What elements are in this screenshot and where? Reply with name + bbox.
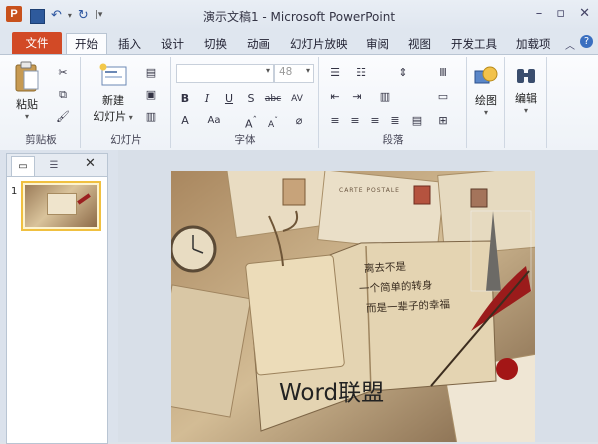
slides-tab-icon[interactable]: ▭ [11, 156, 35, 176]
tab-review[interactable]: 审阅 [358, 34, 397, 54]
grow-font-icon[interactable]: Aˆ [242, 113, 260, 131]
drawing-label: 绘图 [475, 94, 497, 107]
format-painter-icon[interactable]: 🖌 [54, 109, 72, 125]
thumbnail-number: 1 [11, 186, 18, 197]
help-icon[interactable]: ? [580, 35, 593, 48]
paste-icon [15, 61, 39, 92]
editing-group: 编辑 ▾ [506, 57, 547, 148]
handwritten-poem: 离去不是 一个简单的转身 而是一辈子的幸福 [357, 255, 451, 320]
copy-icon[interactable]: ⧉ [54, 87, 72, 103]
paste-button[interactable]: 粘贴 ▾ [10, 61, 44, 121]
new-slide-icon [99, 63, 127, 86]
underline-icon[interactable]: U [220, 91, 238, 107]
window-controls: – ▫ ✕ [536, 6, 590, 21]
columns-icon[interactable]: ▥ [376, 89, 394, 105]
tab-addins[interactable]: 加载项 [508, 34, 559, 54]
tab-transitions[interactable]: 切换 [196, 34, 235, 54]
slides-pane: ▭ ☰ ✕ 1 [6, 153, 108, 444]
font-name-dropdown-icon[interactable]: ▾ [266, 66, 270, 75]
font-size-value: 48 [279, 66, 293, 78]
italic-icon[interactable]: I [198, 91, 216, 107]
drawing-group: 绘图 ▾ [468, 57, 505, 148]
tab-insert[interactable]: 插入 [110, 34, 149, 54]
slide-thumbnail[interactable] [21, 181, 101, 231]
new-slide-label-1: 新建 [102, 94, 124, 107]
drawing-button[interactable]: 绘图 ▾ [468, 65, 504, 117]
title-bar: P ↶ ▾ ↻ |▾ 演示文稿1 - Microsoft PowerPoint … [0, 0, 598, 31]
pane-tabs: ▭ ☰ ✕ [7, 154, 107, 177]
increase-indent-icon[interactable]: ⇥ [348, 89, 366, 105]
clipboard-group-label: 剪贴板 [25, 134, 57, 146]
maximize-icon[interactable]: ▫ [556, 6, 565, 21]
align-right-icon[interactable]: ≡ [366, 113, 384, 129]
minimize-ribbon-icon[interactable]: ︿ [565, 37, 575, 52]
numbering-icon[interactable]: ☷ [352, 65, 370, 81]
tab-developer[interactable]: 开发工具 [443, 34, 505, 54]
layout-icon[interactable]: ▤ [142, 65, 160, 81]
tab-design[interactable]: 设计 [153, 34, 192, 54]
minimize-icon[interactable]: – [536, 6, 543, 21]
slide-title-text[interactable]: Word联盟 [279, 373, 384, 407]
font-color-icon[interactable]: A [176, 113, 194, 129]
font-name-combo[interactable]: ▾ [176, 64, 274, 83]
close-pane-icon[interactable]: ✕ [85, 156, 96, 171]
binoculars-icon [517, 69, 535, 83]
justify-icon[interactable]: ≣ [386, 113, 404, 129]
change-case-icon[interactable]: Aa [202, 113, 226, 129]
tab-view[interactable]: 视图 [400, 34, 439, 54]
editing-button[interactable]: 编辑 ▾ [506, 65, 546, 115]
new-slide-label-2: 幻灯片 ▾ [93, 110, 133, 123]
paragraph-group-label: 段落 [382, 134, 404, 146]
shrink-font-icon[interactable]: Aˇ [264, 113, 282, 130]
distributed-icon[interactable]: ▤ [408, 113, 426, 129]
postmark-text: CARTE POSTALE [339, 187, 400, 194]
slides-group-label: 幻灯片 [110, 134, 142, 146]
paste-label: 粘贴 [16, 98, 38, 111]
cut-icon[interactable]: ✂ [54, 65, 72, 81]
paragraph-group: ☰ ☷ ⇕ Ⅲ ⇤ ⇥ ▥ ▭ ≡ ≡ ≡ ≣ ▤ ⊞ 段落 [320, 57, 467, 148]
ribbon: 粘贴 ▾ ✂ ⧉ 🖌 剪贴板 新建 幻灯片 ▾ ▤ ▣ ▥ 幻灯片 ▾ 48 ▾… [0, 54, 598, 151]
drawing-dropdown-icon[interactable]: ▾ [468, 108, 504, 117]
tab-file[interactable]: 文件 [12, 32, 62, 54]
slide-editing-area: 离去不是 一个简单的转身 而是一辈子的幸福 Word联盟 CARTE POSTA… [118, 150, 598, 442]
window-title: 演示文稿1 - Microsoft PowerPoint [202, 10, 396, 24]
clear-format-icon[interactable]: ⌀ [290, 113, 308, 129]
close-icon[interactable]: ✕ [579, 6, 590, 21]
new-slide-button[interactable]: 新建 幻灯片 ▾ [88, 63, 138, 124]
paste-dropdown-icon[interactable]: ▾ [10, 112, 44, 121]
clipboard-group: 粘贴 ▾ ✂ ⧉ 🖌 剪贴板 [2, 57, 81, 148]
align-center-icon[interactable]: ≡ [346, 113, 364, 129]
tab-home[interactable]: 开始 [66, 33, 107, 55]
outline-tab-icon[interactable]: ☰ [43, 157, 65, 175]
reset-icon[interactable]: ▣ [142, 87, 160, 103]
strikethrough-icon[interactable]: abc [264, 91, 282, 107]
line-spacing-icon[interactable]: ⇕ [394, 65, 412, 81]
text-direction-icon[interactable]: Ⅲ [434, 65, 452, 81]
smartart-icon[interactable]: ⊞ [434, 113, 452, 129]
font-group: ▾ 48 ▾ B I U S abc AV A Aa Aˆ Aˇ ⌀ 字体 [172, 57, 319, 148]
thumbnail-image [25, 185, 97, 227]
editing-label: 编辑 [515, 92, 537, 105]
slide-canvas[interactable]: 离去不是 一个简单的转身 而是一辈子的幸福 Word联盟 CARTE POSTA… [171, 171, 535, 442]
align-left-icon[interactable]: ≡ [326, 113, 344, 129]
char-spacing-icon[interactable]: AV [288, 91, 306, 107]
bold-icon[interactable]: B [176, 91, 194, 107]
editing-dropdown-icon[interactable]: ▾ [506, 106, 546, 115]
new-slide-dropdown-icon[interactable]: ▾ [126, 113, 133, 122]
decrease-indent-icon[interactable]: ⇤ [326, 89, 344, 105]
tab-slideshow[interactable]: 幻灯片放映 [282, 34, 356, 54]
workspace: ▭ ☰ ✕ 1 离去不是 一个简单的转身 而是一辈子的幸福 Word联盟 CAR… [0, 150, 598, 444]
section-icon[interactable]: ▥ [142, 109, 160, 125]
ribbon-tabs: 文件 开始 插入 设计 切换 动画 幻灯片放映 审阅 视图 开发工具 加载项 ︿… [0, 30, 598, 55]
tab-animations[interactable]: 动画 [239, 34, 278, 54]
shadow-icon[interactable]: S [242, 91, 260, 107]
font-group-label: 字体 [234, 134, 256, 146]
font-size-combo[interactable]: 48 ▾ [274, 64, 314, 83]
align-text-icon[interactable]: ▭ [434, 89, 452, 105]
bullets-icon[interactable]: ☰ [326, 65, 344, 81]
shapes-icon [474, 66, 498, 84]
font-size-dropdown-icon[interactable]: ▾ [306, 66, 310, 75]
slides-group: 新建 幻灯片 ▾ ▤ ▣ ▥ 幻灯片 [82, 57, 171, 148]
